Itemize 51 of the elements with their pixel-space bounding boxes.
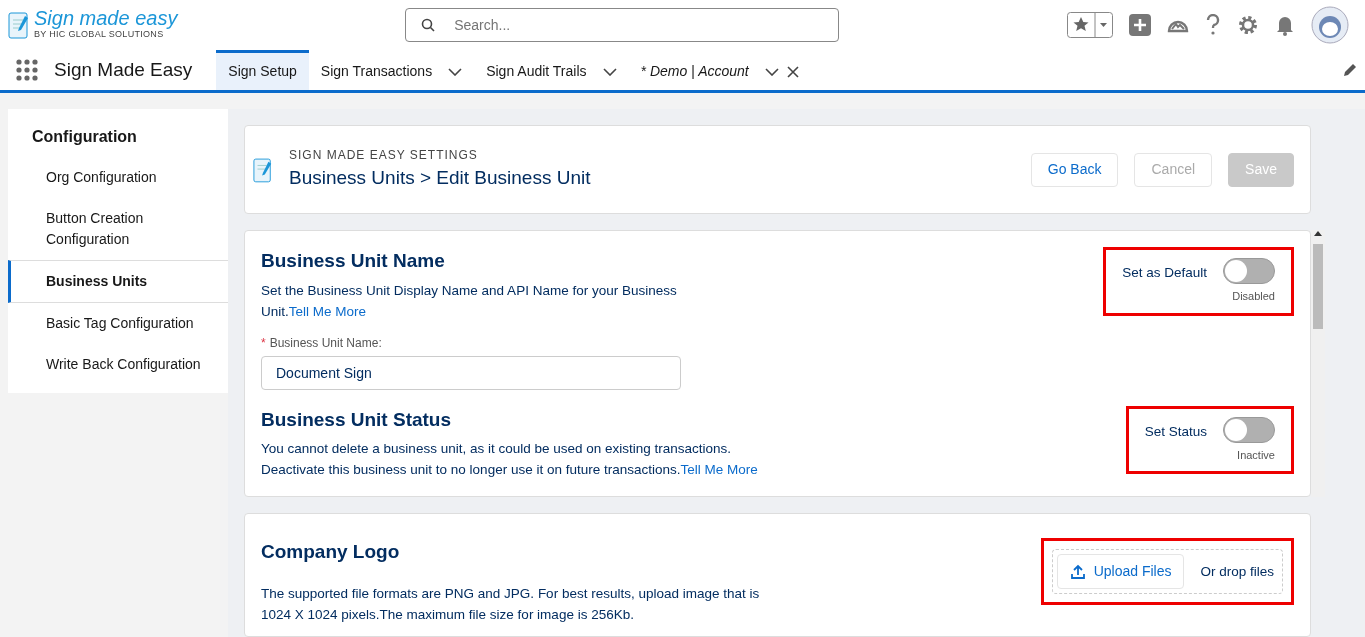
section-description: You cannot delete a business unit, as it could be used on existing transactions. Deactivate this business unit to no longer use it on future transactions.Tell Me More bbox=[261, 440, 759, 480]
toggle-state: Disabled bbox=[1232, 289, 1275, 305]
pencil-icon[interactable] bbox=[1343, 63, 1357, 77]
section-description: Set the Business Unit Display Name and API Name for your Business Unit.Tell Me More bbox=[261, 281, 678, 321]
tell-me-more-link[interactable]: Tell Me More bbox=[680, 462, 758, 478]
toggle-switch[interactable] bbox=[1223, 258, 1275, 285]
upload-icon bbox=[1069, 563, 1086, 580]
sidebar-title: Configuration bbox=[31, 127, 138, 147]
upload-files-button[interactable]: Upload Files bbox=[1056, 554, 1185, 590]
logo-title: Sign made easy bbox=[34, 8, 178, 29]
help-icon[interactable] bbox=[1205, 14, 1221, 36]
go-back-button[interactable]: Go Back bbox=[1030, 152, 1119, 187]
sidebar-item[interactable]: Button Creation Configuration bbox=[8, 198, 228, 260]
chevron-down-icon[interactable] bbox=[764, 67, 779, 76]
plus-icon[interactable] bbox=[1129, 14, 1151, 36]
nav-tab[interactable]: * Demo | Account bbox=[628, 50, 811, 90]
document-pen-icon bbox=[253, 155, 273, 184]
section-title: Company Logo bbox=[261, 540, 401, 565]
document-pen-icon bbox=[8, 10, 30, 40]
section-description: The supported file formats are PNG and JPG. For best results, upload image that is 1024 X 1024 pixels.The maximum file size for image is 256Kb. bbox=[261, 584, 761, 624]
field-label: Business Unit Name: bbox=[269, 334, 382, 352]
scrollbar-thumb[interactable] bbox=[1313, 244, 1323, 330]
toggle-label: Set Status bbox=[1144, 422, 1207, 441]
scroll-up-icon[interactable] bbox=[1314, 230, 1322, 237]
section-title: Business Unit Status bbox=[261, 407, 453, 432]
app-launcher-icon[interactable] bbox=[16, 59, 38, 81]
toggle-label: Set as Default bbox=[1122, 264, 1207, 283]
text-input-field[interactable]: Document Sign bbox=[261, 355, 681, 390]
nav-tab[interactable]: Sign Transactions bbox=[308, 50, 475, 90]
chevron-down-icon[interactable] bbox=[602, 67, 617, 76]
nav-tab[interactable]: Sign Audit Trails bbox=[474, 50, 629, 90]
sidebar-item[interactable]: Write Back Configuration bbox=[8, 344, 228, 385]
sidebar-item[interactable]: Basic Tag Configuration bbox=[8, 303, 228, 344]
settings-icon[interactable] bbox=[1237, 14, 1259, 36]
section-title: Business Unit Name bbox=[261, 249, 446, 274]
sidebar-item[interactable]: Org Configuration bbox=[8, 157, 228, 198]
drop-files-hint: Or drop files bbox=[1200, 563, 1274, 582]
page-title: Business Units > Edit Business Unit bbox=[289, 166, 592, 191]
required-asterisk: * bbox=[261, 334, 266, 352]
toggle-state: Inactive bbox=[1237, 447, 1275, 463]
chevron-down-icon[interactable] bbox=[448, 67, 463, 76]
tell-me-more-link[interactable]: Tell Me More bbox=[288, 303, 367, 319]
nav-tab[interactable]: Sign Setup bbox=[216, 50, 309, 90]
toggle-switch[interactable] bbox=[1223, 416, 1275, 443]
search-field[interactable]: Search... bbox=[405, 8, 840, 42]
logo-subtitle: BY HIC GLOBAL SOLUTIONS bbox=[34, 29, 165, 42]
close-icon[interactable] bbox=[786, 65, 799, 78]
file-drop-zone[interactable]: Upload Files Or drop files bbox=[1051, 549, 1283, 595]
app-name: Sign Made Easy bbox=[54, 57, 193, 82]
notification-bell-icon[interactable] bbox=[1275, 14, 1295, 36]
page-eyebrow: SIGN MADE EASY SETTINGS bbox=[289, 147, 479, 165]
